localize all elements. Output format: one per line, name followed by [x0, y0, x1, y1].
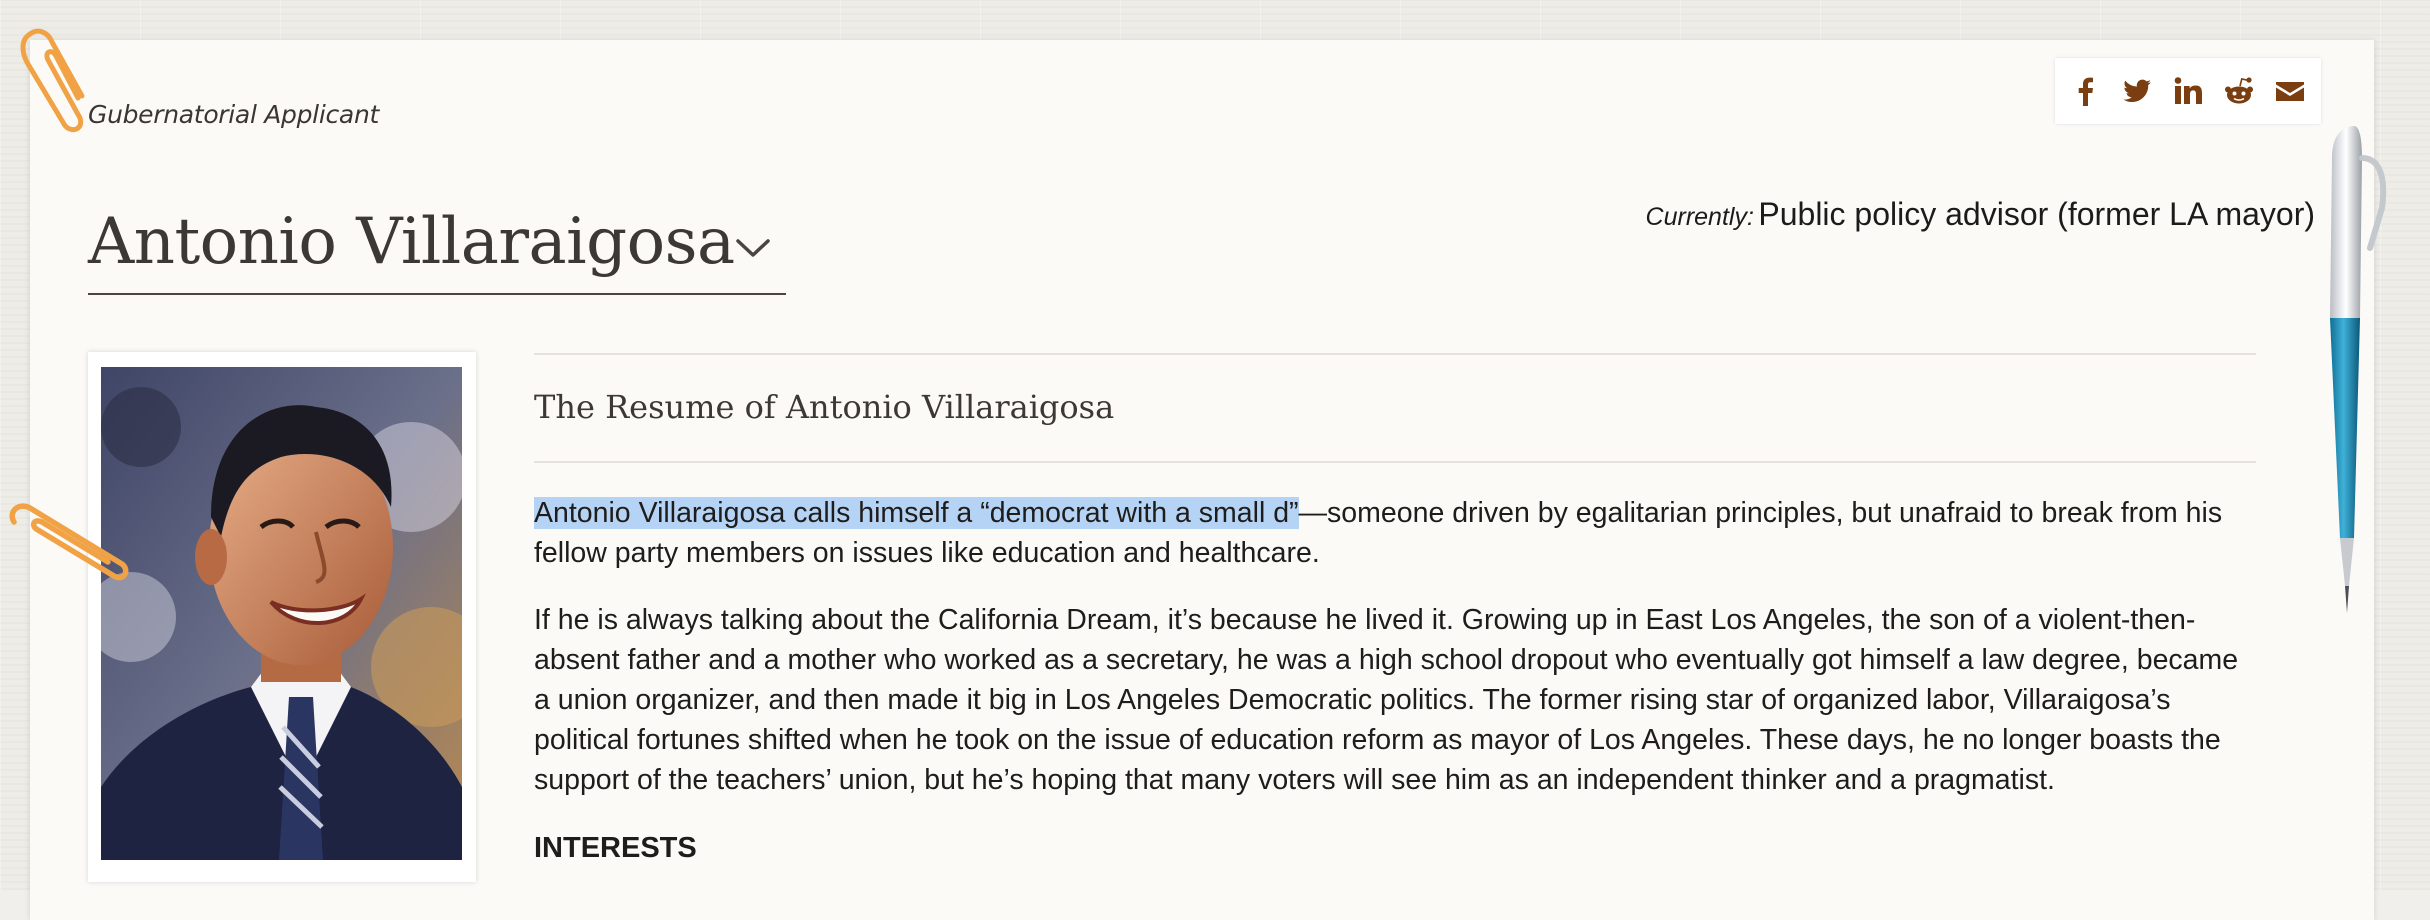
divider — [534, 461, 2256, 463]
facebook-icon[interactable] — [2068, 73, 2104, 109]
candidate-selector[interactable]: Antonio Villaraigosa — [88, 205, 786, 295]
paperclip-icon — [20, 28, 85, 133]
divider — [534, 353, 2256, 355]
linkedin-icon[interactable] — [2170, 73, 2206, 109]
interests-heading: INTERESTS — [534, 832, 697, 864]
pen-icon — [2330, 126, 2387, 613]
applicant-label: Gubernatorial Applicant — [88, 100, 379, 129]
currently-label: Currently: — [1645, 203, 1754, 231]
paperclip-icon — [9, 503, 129, 581]
current-position: Currently: Public policy advisor (former… — [1646, 196, 2315, 233]
share-toolbar — [2055, 58, 2321, 124]
reddit-icon[interactable] — [2221, 73, 2257, 109]
email-icon[interactable] — [2272, 73, 2308, 109]
intro-paragraph: Antonio Villaraigosa calls himself a “de… — [534, 493, 2254, 573]
chevron-down-icon[interactable] — [732, 233, 774, 265]
selected-text: Antonio Villaraigosa calls himself a “de… — [534, 497, 1299, 529]
twitter-icon[interactable] — [2119, 73, 2155, 109]
resume-title: The Resume of Antonio Villaraigosa — [534, 388, 1115, 426]
bio-paragraph: If he is always talking about the Califo… — [534, 604, 2239, 796]
currently-value: Public policy advisor (former LA mayor) — [1758, 196, 2315, 232]
candidate-photo — [101, 367, 462, 860]
candidate-name: Antonio Villaraigosa — [88, 205, 735, 279]
candidate-photo-frame — [88, 352, 476, 882]
